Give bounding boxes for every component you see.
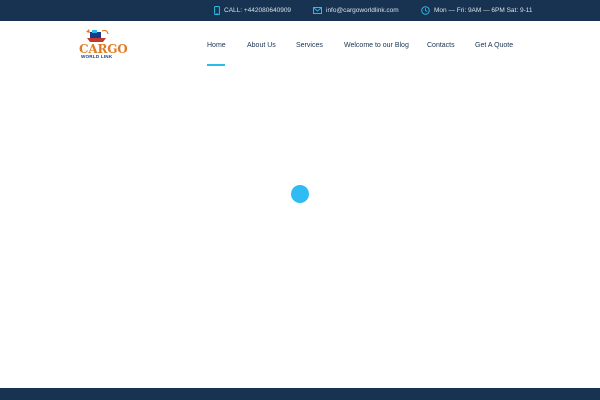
nav-item-blog[interactable]: Welcome to our Blog xyxy=(344,42,409,49)
nav-item-services[interactable]: Services xyxy=(296,42,323,49)
footer-bar xyxy=(0,388,600,400)
mail-icon xyxy=(313,7,322,14)
nav-item-contacts[interactable]: Contacts xyxy=(427,42,455,49)
logo-text-worldlink: WORLD LINK xyxy=(81,54,113,59)
nav-item-home[interactable]: Home xyxy=(207,42,226,49)
phone-icon xyxy=(214,6,220,15)
nav-item-get-a-quote[interactable]: Get A Quote xyxy=(475,42,513,49)
top-info-bar: CALL: +442080640909 info@cargoworldlink.… xyxy=(0,0,600,21)
hours-text: Mon — Fri: 9AM — 6PM Sat: 9-11 xyxy=(434,7,533,14)
nav-item-about-us[interactable]: About Us xyxy=(247,42,276,49)
active-nav-indicator xyxy=(207,64,225,66)
phone-text: CALL: +442080640909 xyxy=(224,7,292,14)
clock-icon xyxy=(421,6,430,15)
opening-hours: Mon — Fri: 9AM — 6PM Sat: 9-11 xyxy=(421,0,533,21)
site-logo[interactable]: CARGO WORLD LINK xyxy=(79,28,128,64)
email-contact[interactable]: info@cargoworldlink.com xyxy=(313,0,399,21)
email-text: info@cargoworldlink.com xyxy=(326,7,399,14)
site-header: CARGO WORLD LINK Home About Us Services … xyxy=(0,21,600,77)
phone-contact[interactable]: CALL: +442080640909 xyxy=(214,0,291,21)
loading-spinner xyxy=(291,185,309,203)
